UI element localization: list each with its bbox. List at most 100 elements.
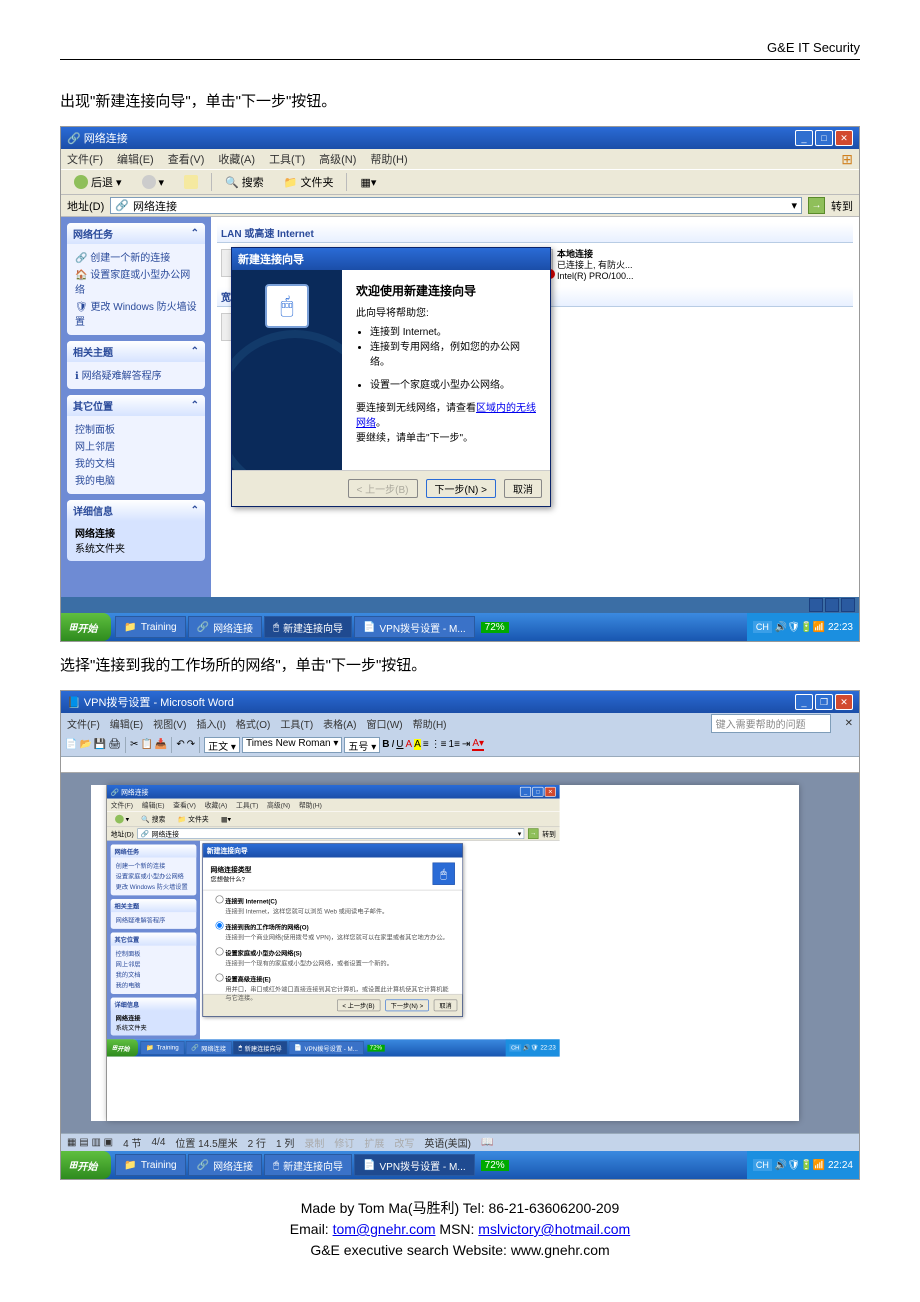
- task-new-conn[interactable]: 🔗 创建一个新的连接: [75, 248, 197, 265]
- tb-cut-icon[interactable]: ✂: [130, 739, 138, 750]
- help-search[interactable]: 键入需要帮助的问题: [711, 714, 831, 733]
- views-button[interactable]: ▦▾: [353, 173, 383, 192]
- wmenu-edit[interactable]: 编辑(E): [110, 716, 143, 731]
- wmenu-table[interactable]: 表格(A): [323, 716, 356, 731]
- opt-workplace[interactable]: 连接到我的工作场所的网络(O): [216, 921, 450, 932]
- opt-home[interactable]: 设置家庭或小型办公网络(S): [216, 947, 450, 958]
- tb-open-icon[interactable]: 📂: [79, 739, 91, 750]
- wmenu-file[interactable]: 文件(F): [67, 716, 100, 731]
- bullets-icon[interactable]: ⋮≡: [431, 739, 447, 750]
- tb-paste-icon[interactable]: 📥: [155, 739, 167, 750]
- style-select[interactable]: 正文 ▾: [204, 737, 240, 753]
- menu-file[interactable]: 文件(F): [67, 151, 103, 167]
- email-link[interactable]: tom@gnehr.com: [333, 1221, 436, 1237]
- minimize-button[interactable]: _: [795, 130, 813, 146]
- v-ruler[interactable]: [91, 785, 107, 1121]
- maximize-button[interactable]: □: [815, 130, 833, 146]
- tb-wizard[interactable]: 🖱新建连接向导: [264, 616, 352, 638]
- indent-icon[interactable]: ⇥: [462, 739, 470, 750]
- wmenu-insert[interactable]: 插入(I): [196, 716, 225, 731]
- link-troubleshoot[interactable]: ℹ 网络疑难解答程序: [75, 366, 197, 383]
- collapse-icon[interactable]: ⌃: [191, 505, 199, 516]
- tb-redo-icon[interactable]: ↷: [187, 739, 195, 750]
- up-button[interactable]: [177, 172, 205, 192]
- tb-save-icon[interactable]: 💾: [94, 739, 106, 750]
- ql-1[interactable]: [809, 598, 823, 612]
- doc-close-icon[interactable]: ✕: [845, 718, 853, 729]
- collapse-icon[interactable]: ⌃: [191, 228, 199, 239]
- back-button[interactable]: 后退 ▾: [67, 171, 129, 193]
- opt-advanced[interactable]: 设置高级连接(E): [216, 973, 450, 984]
- tb2-training[interactable]: 📁Training: [115, 1154, 185, 1176]
- fwd-button[interactable]: ▾: [135, 172, 172, 192]
- bold-icon[interactable]: B: [382, 739, 389, 750]
- tray-icons[interactable]: 🔊🛡🔋📶: [775, 622, 825, 633]
- tb-print-icon[interactable]: 🖨: [108, 739, 121, 750]
- start-button-2[interactable]: ⊞ 开始: [61, 1151, 111, 1179]
- tb-copy-icon[interactable]: 📋: [140, 739, 152, 750]
- tb-word[interactable]: 📄VPN拨号设置 - M...: [354, 616, 475, 638]
- tb2-wizard[interactable]: 🖱新建连接向导: [264, 1154, 352, 1176]
- msn-link[interactable]: mslvictory@hotmail.com: [478, 1221, 630, 1237]
- size-select[interactable]: 五号 ▾: [344, 737, 380, 753]
- font-select[interactable]: Times New Roman ▾: [242, 737, 342, 753]
- menu-adv[interactable]: 高级(N): [319, 151, 356, 167]
- tb2-word[interactable]: 📄VPN拨号设置 - M...: [354, 1154, 475, 1176]
- italic-icon[interactable]: I: [391, 739, 394, 750]
- tb-undo-icon[interactable]: ↶: [176, 739, 184, 750]
- tb-new-icon[interactable]: 📄: [65, 739, 77, 750]
- ql-3[interactable]: [841, 598, 855, 612]
- folders-button[interactable]: 📁文件夹: [277, 171, 341, 193]
- status-book-icon[interactable]: 📖: [481, 1137, 493, 1148]
- collapse-icon[interactable]: ⌃: [191, 346, 199, 357]
- wmenu-window[interactable]: 窗口(W): [367, 716, 403, 731]
- wizard-next-button[interactable]: 下一步(N) >: [426, 479, 497, 498]
- tray-icons-2[interactable]: 🔊🛡🔋📶: [775, 1160, 825, 1171]
- align-left-icon[interactable]: ≡: [423, 739, 429, 750]
- collapse-icon[interactable]: ⌃: [191, 400, 199, 411]
- address-field[interactable]: 🔗网络连接▾: [110, 197, 802, 214]
- search-button[interactable]: 🔍搜索: [218, 171, 271, 193]
- wizard2-cancel-button[interactable]: 取消: [434, 1000, 458, 1012]
- h-ruler[interactable]: [61, 757, 859, 773]
- task-home-net[interactable]: 🏠 设置家庭或小型办公网络: [75, 265, 197, 297]
- lang-indicator-2[interactable]: CH: [753, 1159, 772, 1171]
- wizard2-next-button[interactable]: 下一步(N) >: [385, 1000, 429, 1012]
- go-button[interactable]: →: [808, 197, 825, 214]
- wmenu-help[interactable]: 帮助(H): [413, 716, 447, 731]
- wizard-cancel-button[interactable]: 取消: [504, 479, 542, 498]
- wmenu-tools[interactable]: 工具(T): [280, 716, 313, 731]
- loc-control-panel[interactable]: 控制面板: [75, 420, 197, 437]
- menu-tools[interactable]: 工具(T): [269, 151, 305, 167]
- font-color-icon[interactable]: A: [405, 739, 412, 750]
- loc-my-docs[interactable]: 我的文档: [75, 454, 197, 471]
- minimize-button[interactable]: _: [795, 694, 813, 710]
- loc-my-pc[interactable]: 我的电脑: [75, 471, 197, 488]
- go-label[interactable]: 转到: [831, 198, 853, 214]
- lang-indicator[interactable]: CH: [753, 621, 772, 633]
- wmenu-format[interactable]: 格式(O): [236, 716, 270, 731]
- menu-fav[interactable]: 收藏(A): [218, 151, 255, 167]
- menu-edit[interactable]: 编辑(E): [117, 151, 154, 167]
- tb-training[interactable]: 📁Training: [115, 616, 185, 638]
- font-color2-icon[interactable]: A▾: [472, 738, 484, 751]
- menu-view[interactable]: 查看(V): [168, 151, 205, 167]
- numbering-icon[interactable]: 1≡: [449, 739, 460, 750]
- underline-icon[interactable]: U: [396, 739, 403, 750]
- highlight-icon[interactable]: A: [414, 739, 421, 750]
- opt-internet[interactable]: 连接到 Internet(C): [216, 895, 450, 906]
- close-button[interactable]: ✕: [835, 130, 853, 146]
- tb-netconn[interactable]: 🔗网络连接: [188, 616, 262, 638]
- menu-help[interactable]: 帮助(H): [370, 151, 407, 167]
- start-button[interactable]: ⊞ 开始: [61, 613, 111, 641]
- loc-network-hood[interactable]: 网上邻居: [75, 437, 197, 454]
- tb2-netconn[interactable]: 🔗网络连接: [188, 1154, 262, 1176]
- view-icons[interactable]: ▦ ▤ ▥ ▣: [67, 1137, 113, 1148]
- restore-button[interactable]: ❐: [815, 694, 833, 710]
- close-button[interactable]: ✕: [835, 694, 853, 710]
- wmenu-view[interactable]: 视图(V): [153, 716, 186, 731]
- wizard2-prev-button[interactable]: < 上一步(B): [337, 1000, 380, 1012]
- ql-2[interactable]: [825, 598, 839, 612]
- task-firewall[interactable]: 🛡 更改 Windows 防火墙设置: [75, 297, 197, 329]
- panel-rel-title: 相关主题: [73, 344, 113, 359]
